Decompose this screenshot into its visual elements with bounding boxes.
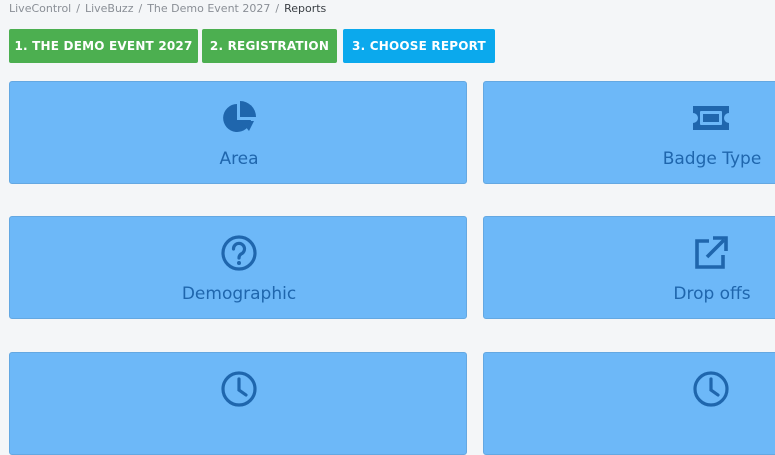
breadcrumb-separator: /: [138, 2, 143, 15]
pie-chart-icon: [219, 98, 259, 138]
breadcrumb-separator: /: [76, 2, 80, 15]
question-circle-icon: [219, 233, 259, 273]
report-card-label: Badge Type: [662, 149, 762, 169]
clock-icon: [691, 369, 731, 409]
breadcrumb-separator: /: [275, 2, 280, 15]
report-card-label: Demographic: [181, 284, 297, 304]
report-card-badge-type[interactable]: Badge Type: [483, 81, 775, 184]
report-card-label: Drop offs: [673, 284, 751, 304]
report-card-time-2[interactable]: [483, 352, 775, 455]
breadcrumb-item-event[interactable]: The Demo Event 2027: [147, 2, 270, 15]
clock-icon: [219, 369, 259, 409]
breadcrumb-item-livecontrol[interactable]: LiveControl: [9, 2, 71, 15]
external-link-icon: [691, 233, 731, 273]
breadcrumb-item-livebuzz[interactable]: LiveBuzz: [85, 2, 134, 15]
report-card-drop-offs[interactable]: Drop offs: [483, 216, 775, 319]
breadcrumb: LiveControl / LiveBuzz / The Demo Event 2027…: [9, 1, 326, 17]
report-card-demographic[interactable]: Demographic: [9, 216, 467, 319]
step-event-button[interactable]: 1. THE DEMO EVENT 2027: [9, 29, 198, 63]
ticket-icon: [691, 98, 731, 138]
report-card-time-1[interactable]: [9, 352, 467, 455]
report-card-area[interactable]: Area: [9, 81, 467, 184]
breadcrumb-current: Reports: [284, 2, 327, 15]
step-choose-report-button[interactable]: 3. CHOOSE REPORT: [343, 29, 495, 63]
report-card-label: Area: [219, 149, 259, 169]
step-registration-button[interactable]: 2. REGISTRATION: [202, 29, 337, 63]
